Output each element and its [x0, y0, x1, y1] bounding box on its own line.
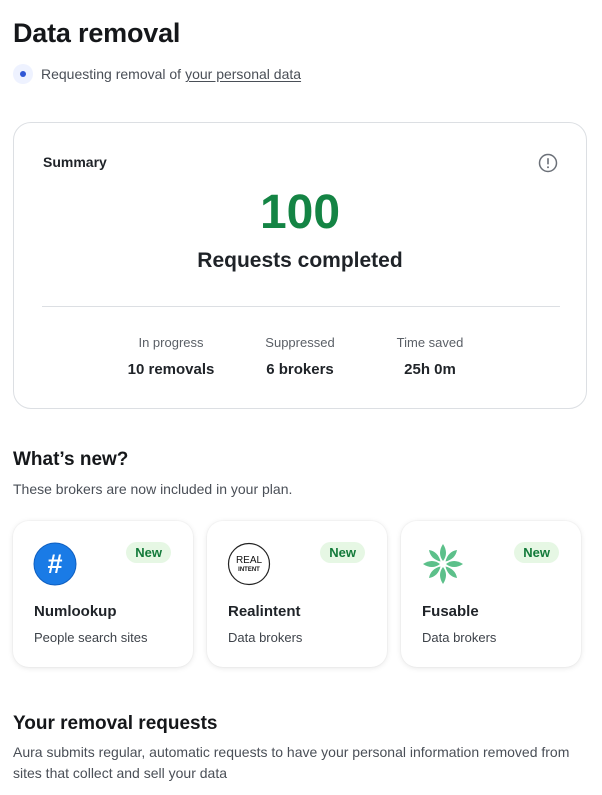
info-icon[interactable]	[538, 153, 558, 173]
svg-text:REAL: REAL	[236, 555, 263, 566]
svg-text:#: #	[47, 549, 62, 579]
summary-label: Summary	[43, 154, 107, 170]
summary-divider	[42, 306, 560, 307]
stat-label: In progress	[138, 335, 204, 350]
stat-value: 6 brokers	[266, 361, 334, 378]
whats-new-subtitle: These brokers are now included in your p…	[13, 481, 293, 497]
personal-data-link[interactable]: your personal data	[185, 66, 301, 82]
stat-value: 10 removals	[127, 361, 215, 378]
broker-category: People search sites	[34, 630, 148, 645]
page-title: Data removal	[13, 18, 181, 48]
broker-category: Data brokers	[228, 630, 303, 645]
removal-requests-description: Aura submits regular, automatic requests…	[13, 744, 570, 781]
new-badge: New	[320, 542, 365, 563]
new-badge: New	[514, 542, 559, 563]
status-dot-icon	[13, 64, 33, 84]
new-badge: New	[126, 542, 171, 563]
fusable-logo	[423, 544, 463, 584]
broker-name: Realintent	[228, 603, 301, 620]
data-removal-page: Data removal Requesting removal of your …	[0, 0, 602, 795]
request-status-row: Requesting removal of your personal data	[13, 64, 301, 84]
broker-card-realintent[interactable]: REAL INTENT New Realintent Data brokers	[207, 521, 387, 667]
summary-card: Summary 100 Requests completed In progre…	[13, 122, 587, 409]
completed-count: 100	[259, 186, 341, 239]
completed-caption: Requests completed	[197, 249, 403, 272]
stat-label: Suppressed	[265, 335, 335, 350]
stat-in-progress: In progress 10 removals	[96, 335, 246, 378]
broker-name: Fusable	[422, 603, 479, 620]
hash-icon: #	[33, 542, 77, 586]
svg-text:INTENT: INTENT	[238, 567, 260, 573]
stat-suppressed: Suppressed 6 brokers	[225, 335, 375, 378]
request-prefix: Requesting removal of	[41, 66, 182, 82]
realintent-logo: REAL INTENT	[227, 542, 271, 586]
removal-requests-title: Your removal requests	[13, 713, 218, 734]
stat-label: Time saved	[396, 335, 464, 350]
broker-card-fusable[interactable]: New Fusable Data brokers	[401, 521, 581, 667]
whats-new-title: What’s new?	[13, 449, 129, 470]
broker-category: Data brokers	[422, 630, 497, 645]
broker-name: Numlookup	[34, 603, 117, 620]
broker-card-numlookup[interactable]: # New Numlookup People search sites	[13, 521, 193, 667]
stat-time-saved: Time saved 25h 0m	[355, 335, 505, 378]
stat-value: 25h 0m	[404, 361, 456, 378]
